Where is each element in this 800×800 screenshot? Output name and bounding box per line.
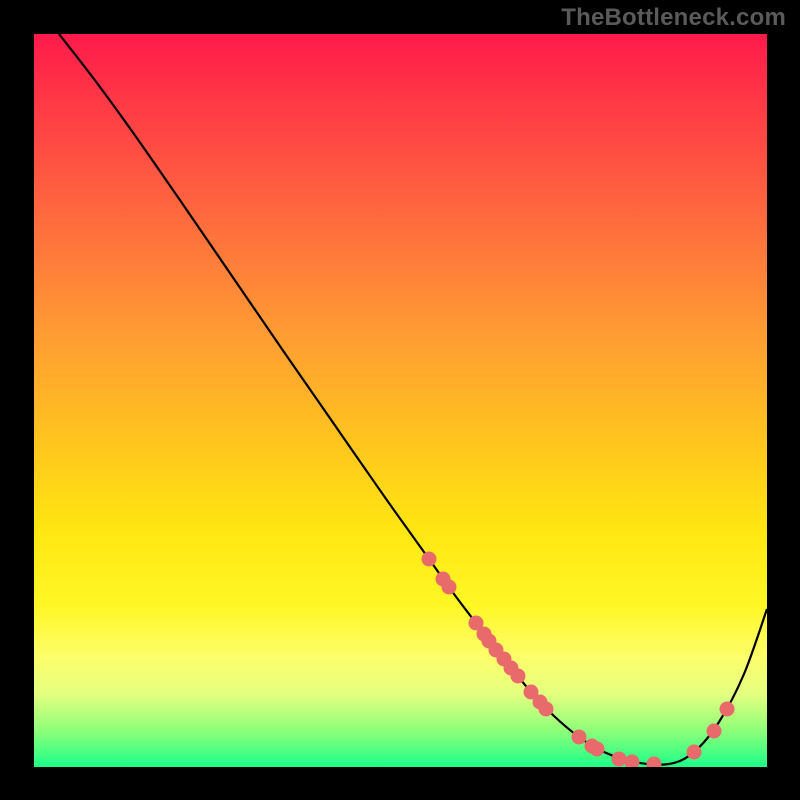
watermark-text: TheBottleneck.com bbox=[561, 4, 786, 32]
plot-area bbox=[34, 34, 767, 767]
data-dot bbox=[612, 752, 627, 767]
data-dot bbox=[687, 745, 702, 760]
bottleneck-curve bbox=[59, 34, 767, 765]
curve-layer bbox=[34, 34, 767, 767]
data-dot bbox=[511, 669, 526, 684]
data-dot bbox=[422, 552, 437, 567]
data-dot bbox=[625, 755, 640, 768]
data-dot bbox=[442, 580, 457, 595]
data-dot bbox=[720, 702, 735, 717]
data-dots bbox=[422, 552, 735, 768]
data-dot bbox=[647, 757, 662, 768]
data-dot bbox=[590, 742, 605, 757]
data-dot bbox=[707, 724, 722, 739]
chart-frame: TheBottleneck.com bbox=[0, 0, 800, 800]
data-dot bbox=[572, 730, 587, 745]
data-dot bbox=[539, 702, 554, 717]
